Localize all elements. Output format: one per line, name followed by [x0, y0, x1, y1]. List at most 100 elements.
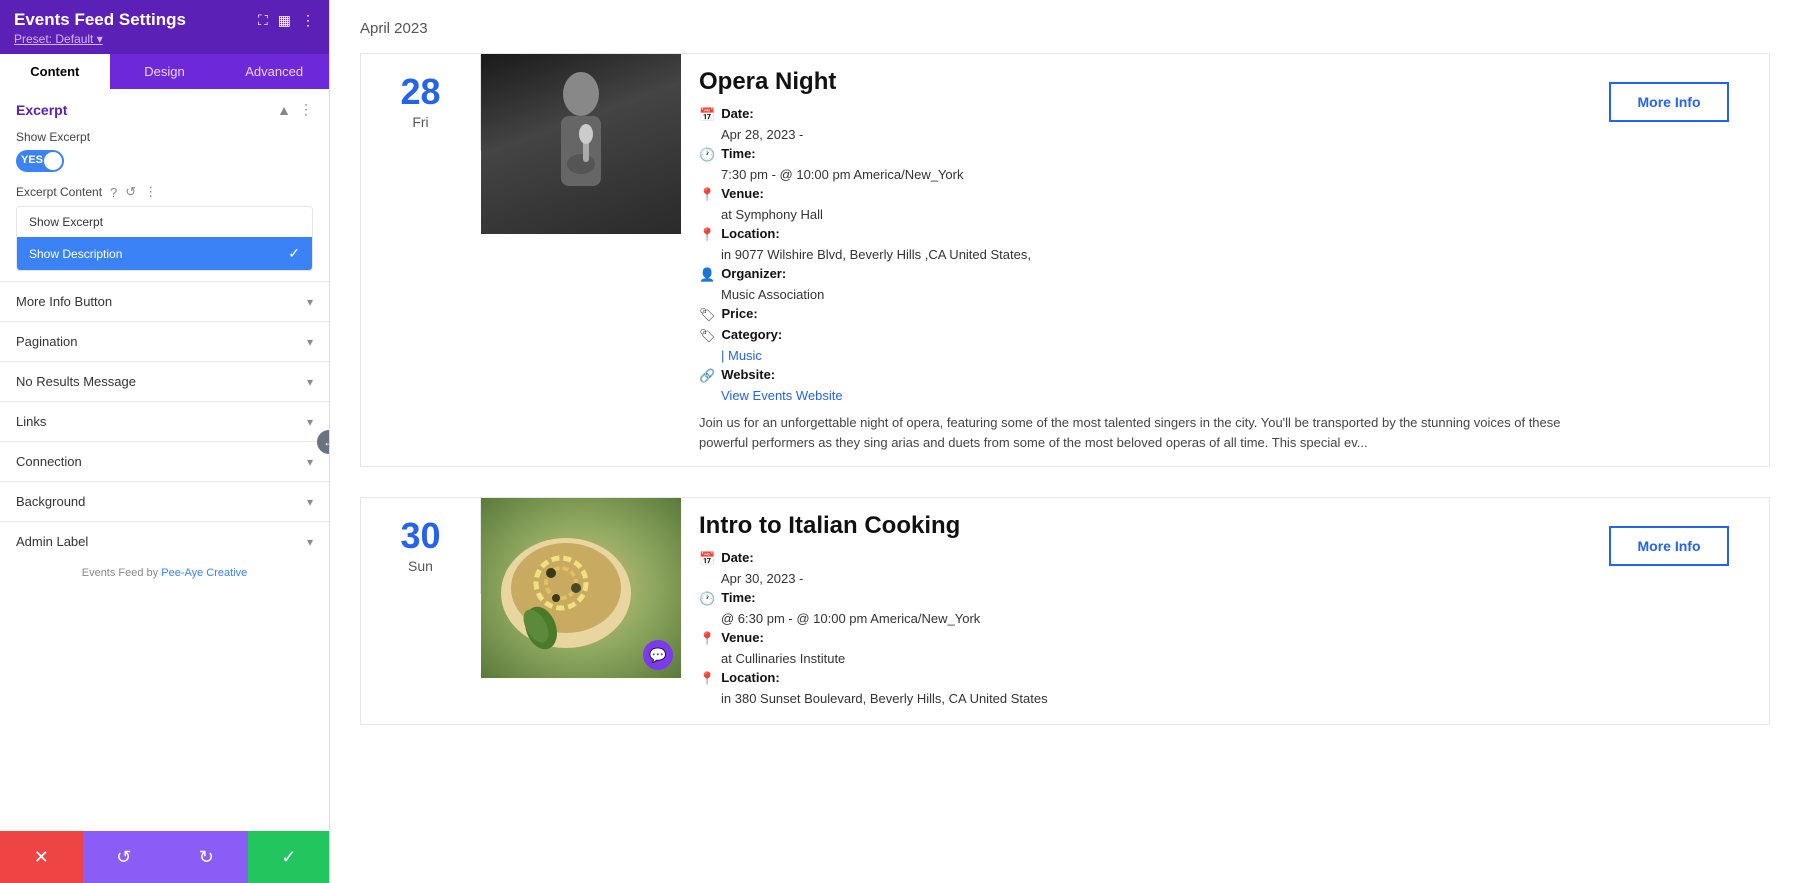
- calendar-icon: 📅: [699, 107, 715, 123]
- meta-time-opera: 🕐 Time:: [699, 146, 1591, 163]
- excerpt-content-row: Excerpt Content ? ↺ ⋮: [0, 180, 329, 206]
- more-info-button-opera[interactable]: More Info: [1609, 82, 1729, 122]
- meta-date-value-cooking: Apr 30, 2023 -: [699, 571, 1591, 586]
- tab-design[interactable]: Design: [110, 54, 220, 89]
- meta-venue-opera: 📍 Venue:: [699, 186, 1591, 203]
- excerpt-content-icons: ? ↺ ⋮: [110, 184, 157, 200]
- event-description-opera: Join us for an unforgettable night of op…: [699, 413, 1591, 452]
- event-title-cooking: Intro to Italian Cooking: [699, 512, 1591, 540]
- meta-time-value-cooking: @ 6:30 pm - @ 10:00 pm America/New_York: [699, 611, 1591, 626]
- tab-advanced[interactable]: Advanced: [219, 54, 329, 89]
- connection-label: Connection: [16, 454, 82, 469]
- website-label: Website:: [721, 367, 775, 382]
- event-title-opera: Opera Night: [699, 68, 1591, 96]
- admin-label-chevron-icon: ▾: [307, 535, 313, 549]
- left-panel: Events Feed Settings ⛶ ▦ ⋮ Preset: Defau…: [0, 0, 330, 883]
- layout-icon[interactable]: ▦: [278, 12, 291, 29]
- more-options-icon[interactable]: ⋮: [301, 12, 315, 29]
- tab-content[interactable]: Content: [0, 54, 110, 89]
- no-results-label: No Results Message: [16, 374, 136, 389]
- links-label: Links: [16, 414, 46, 429]
- meta-website-value-opera: View Events Website: [699, 388, 1591, 403]
- selected-check-icon: ✓: [288, 245, 300, 262]
- dropdown-option-show-excerpt[interactable]: Show Excerpt: [17, 207, 312, 237]
- time-label-2: Time:: [721, 590, 755, 605]
- meta-venue-value-cooking: at Cullinaries Institute: [699, 651, 1591, 666]
- venue-pin-icon-2: 📍: [699, 631, 715, 647]
- toggle-yes-label: YES: [21, 154, 43, 166]
- save-button[interactable]: ✓: [248, 831, 331, 883]
- clock-icon: 🕐: [699, 147, 715, 163]
- opera-singer-svg: [531, 64, 631, 224]
- no-results-message-section[interactable]: No Results Message ▾: [0, 361, 329, 401]
- meta-time-value-opera: 7:30 pm - @ 10:00 pm America/New_York: [699, 167, 1591, 182]
- footer-credit-link[interactable]: Pee-Aye Creative: [161, 567, 247, 579]
- event-day-cooking: 30: [400, 518, 440, 554]
- dropdown-option-show-description[interactable]: Show Description ✓: [17, 237, 312, 270]
- drag-handle-icon: ↔: [323, 435, 330, 449]
- excerpt-section-icons: ▲ ⋮: [277, 101, 313, 118]
- more-info-button-cooking[interactable]: More Info: [1609, 526, 1729, 566]
- meta-organizer-value-opera: Music Association: [699, 287, 1591, 302]
- links-chevron-icon: ▾: [307, 415, 313, 429]
- clock-icon-2: 🕐: [699, 591, 715, 607]
- event-weekday-cooking: Sun: [408, 558, 433, 574]
- preset-label[interactable]: Preset: Default ▾: [14, 32, 315, 46]
- website-icon: 🔗: [699, 368, 715, 384]
- meta-time-cooking: 🕐 Time:: [699, 590, 1591, 607]
- website-link[interactable]: View Events Website: [721, 388, 843, 403]
- reset-button[interactable]: ↺: [83, 831, 166, 883]
- expand-icon[interactable]: ⛶: [258, 12, 268, 29]
- background-label: Background: [16, 494, 85, 509]
- venue-label-2: Venue:: [721, 630, 764, 645]
- organizer-icon: 👤: [699, 267, 715, 283]
- opera-figure: [481, 54, 681, 234]
- cancel-button[interactable]: ✕: [0, 831, 83, 883]
- show-excerpt-toggle[interactable]: YES: [16, 150, 64, 172]
- event-details-opera: Opera Night 📅 Date: Apr 28, 2023 - 🕐 Tim…: [681, 54, 1609, 466]
- venue-label: Venue:: [721, 186, 764, 201]
- more-info-button-section[interactable]: More Info Button ▾: [0, 281, 329, 321]
- category-link[interactable]: | Music: [721, 348, 762, 363]
- redo-button[interactable]: ↻: [165, 831, 248, 883]
- connection-chevron-icon: ▾: [307, 455, 313, 469]
- help-icon[interactable]: ?: [110, 185, 117, 200]
- meta-category-value-opera: | Music: [699, 348, 1591, 363]
- location-label-2: Location:: [721, 670, 780, 685]
- excerpt-content-label: Excerpt Content: [16, 185, 102, 199]
- background-section[interactable]: Background ▾: [0, 481, 329, 521]
- time-label: Time:: [721, 146, 755, 161]
- meta-organizer-opera: 👤 Organizer:: [699, 266, 1591, 283]
- date-label: Date:: [721, 106, 754, 121]
- collapse-icon[interactable]: ▲: [277, 102, 291, 118]
- location-pin-icon: 📍: [699, 227, 715, 243]
- excerpt-dropdown-card: Show Excerpt Show Description ✓: [16, 206, 313, 271]
- meta-location-value-opera: in 9077 Wilshire Blvd, Beverly Hills ,CA…: [699, 247, 1591, 262]
- date-label-2: Date:: [721, 550, 754, 565]
- panel-title: Events Feed Settings: [14, 10, 186, 30]
- pagination-chevron-icon: ▾: [307, 335, 313, 349]
- tab-bar: Content Design Advanced: [0, 54, 329, 89]
- links-section[interactable]: Links ▾: [0, 401, 329, 441]
- excerpt-more-icon[interactable]: ⋮: [299, 101, 313, 118]
- footer-credit: Events Feed by Pee-Aye Creative: [0, 561, 329, 583]
- panel-header-icons: ⛶ ▦ ⋮: [258, 12, 315, 29]
- price-label: Price:: [722, 306, 758, 321]
- no-results-chevron-icon: ▾: [307, 375, 313, 389]
- options-icon[interactable]: ⋮: [144, 184, 157, 200]
- pagination-label: Pagination: [16, 334, 77, 349]
- meta-location-opera: 📍 Location:: [699, 226, 1591, 243]
- excerpt-section-title: Excerpt: [16, 102, 67, 118]
- pagination-section[interactable]: Pagination ▾: [0, 321, 329, 361]
- show-excerpt-label: Show Excerpt: [16, 130, 313, 144]
- reset-icon[interactable]: ↺: [125, 184, 136, 200]
- event-card-opera: 28 Fri Opera Night 📅 Date:: [360, 53, 1770, 467]
- bottom-bar: ✕ ↺ ↻ ✓: [0, 831, 330, 883]
- connection-section[interactable]: Connection ▾: [0, 441, 329, 481]
- meta-location-cooking: 📍 Location:: [699, 670, 1591, 687]
- admin-label-section[interactable]: Admin Label ▾: [0, 521, 329, 561]
- month-label: April 2023: [360, 20, 1770, 37]
- event-right-opera: More Info: [1609, 54, 1769, 136]
- more-info-button-label: More Info Button: [16, 294, 112, 309]
- meta-location-value-cooking: in 380 Sunset Boulevard, Beverly Hills, …: [699, 691, 1591, 706]
